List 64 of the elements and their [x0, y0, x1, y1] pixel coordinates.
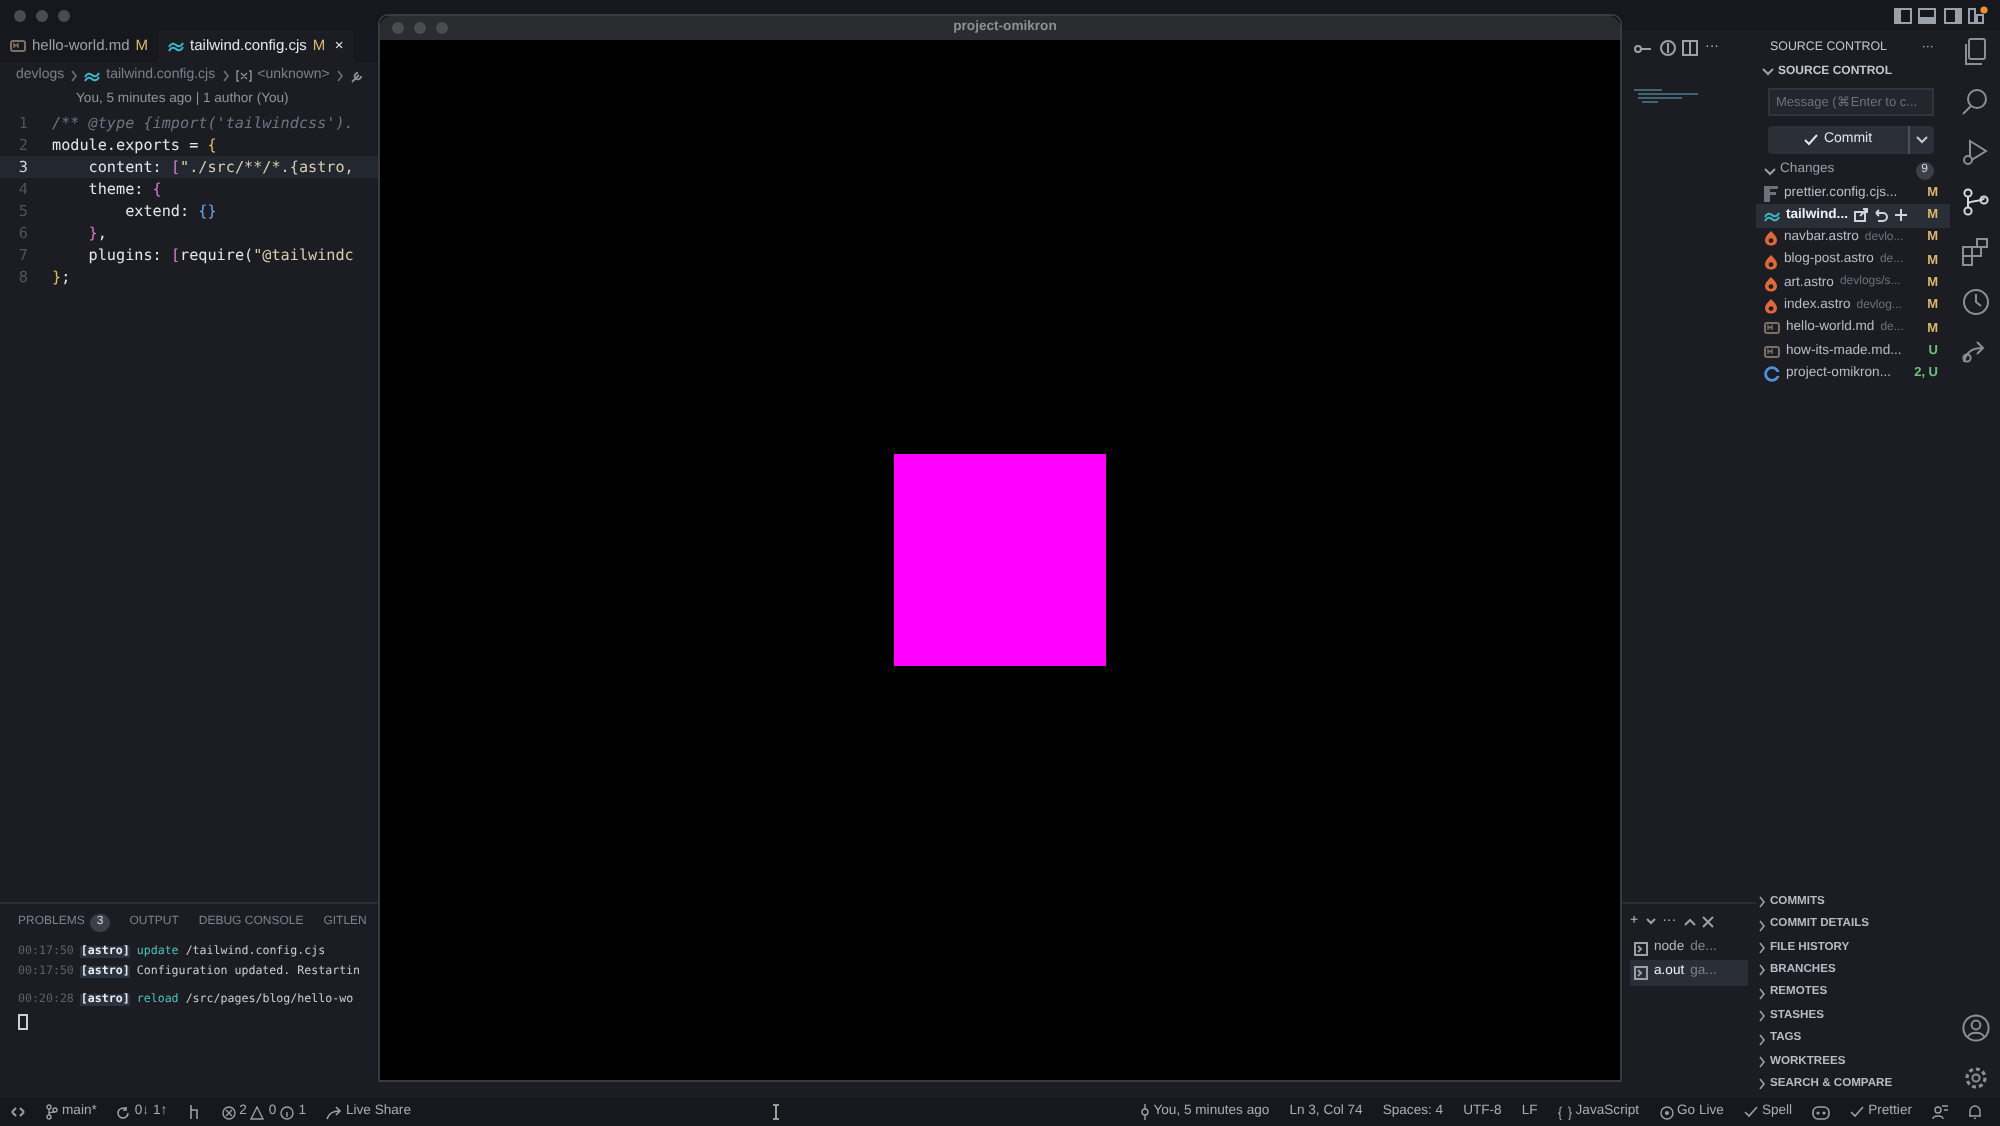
check-icon: [1743, 1106, 1758, 1118]
close-icon[interactable]: [1702, 916, 1715, 929]
wave-file-icon: [84, 70, 101, 82]
gitlens-icon[interactable]: [1659, 40, 1675, 57]
caret-icon: [1916, 136, 1928, 144]
graph-icon: [187, 1104, 202, 1120]
check-icon: [1850, 1106, 1865, 1118]
check-icon: [1803, 134, 1818, 146]
account-icon[interactable]: [1961, 1014, 1989, 1042]
chevron-icon: [221, 70, 230, 82]
markdown-file-icon: [10, 40, 26, 52]
wave-file-icon: [168, 40, 185, 52]
files-icon[interactable]: [1961, 38, 1989, 66]
layout-icon[interactable]: [1968, 6, 1988, 24]
broadcast-icon: [1659, 1105, 1674, 1119]
run-debug-icon[interactable]: [1961, 138, 1989, 166]
wave-file-icon: [1764, 209, 1780, 222]
flame-file-icon: [1764, 230, 1778, 247]
error-icon: [221, 1105, 236, 1119]
compare-icon[interactable]: [1634, 41, 1652, 56]
chevron-icon: [1764, 167, 1776, 175]
split-editor-icon[interactable]: [1682, 40, 1698, 57]
commit-icon: [1139, 1104, 1150, 1120]
braces-icon: [1557, 1105, 1572, 1119]
warning-icon: [250, 1105, 265, 1119]
caret-icon[interactable]: [1645, 918, 1656, 927]
copilot-icon: [1812, 1104, 1831, 1120]
branch-icon: [46, 1104, 58, 1120]
chevron-icon: [70, 70, 79, 82]
timeline-icon[interactable]: [1961, 288, 1989, 316]
sync-icon: [116, 1105, 131, 1119]
dropdown-button[interactable]: [1908, 126, 1934, 154]
chevron-icon: [1762, 68, 1774, 76]
sidebar-right-icon[interactable]: [1943, 7, 1961, 23]
settings-icon[interactable]: [1961, 1064, 1989, 1092]
terminal-icon: [1634, 941, 1648, 956]
c-file-icon: [1764, 366, 1780, 383]
undo-icon[interactable]: [1873, 208, 1888, 223]
chevron-icon: [335, 70, 344, 82]
markdown-file-icon: [1764, 322, 1780, 335]
remote-icon: [10, 1104, 26, 1120]
prettier-file-icon: [1764, 185, 1778, 202]
variable-icon: [235, 70, 252, 82]
bell-icon: [1968, 1104, 1982, 1120]
flame-file-icon: [1764, 298, 1778, 315]
open-file-icon[interactable]: [1853, 208, 1868, 223]
flame-file-icon: [1764, 253, 1778, 270]
terminal-cursor: [18, 1013, 28, 1029]
markdown-file-icon: [1764, 345, 1780, 358]
panel-icon[interactable]: [1918, 7, 1936, 23]
maximize-icon[interactable]: [1683, 918, 1696, 927]
extensions-icon[interactable]: [1961, 238, 1989, 266]
text-cursor-icon: [771, 1104, 780, 1120]
sidebar-left-icon[interactable]: [1893, 7, 1911, 23]
search-icon[interactable]: [1961, 88, 1989, 116]
plus-icon[interactable]: [1893, 208, 1908, 223]
remote-share-icon[interactable]: [1961, 338, 1989, 366]
terminal-icon: [1634, 966, 1648, 981]
wrench-icon: [349, 69, 364, 83]
flame-file-icon: [1764, 275, 1778, 292]
live-share-icon: [325, 1105, 342, 1119]
source-control-icon[interactable]: [1961, 188, 1989, 216]
feedback-icon: [1932, 1104, 1948, 1120]
info-icon: [280, 1105, 295, 1119]
